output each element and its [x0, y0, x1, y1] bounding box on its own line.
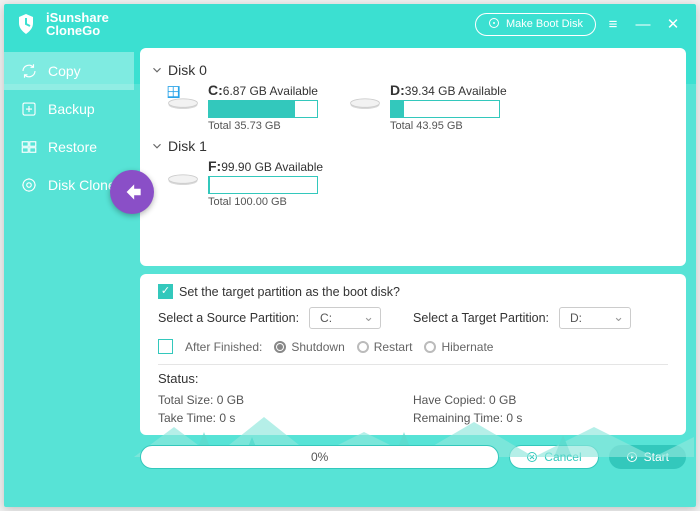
partition-total: Total 100.00 GB	[208, 196, 323, 208]
app-title: iSunshare CloneGo	[46, 11, 109, 37]
status-total-size: Total Size: 0 GB	[158, 393, 413, 407]
restore-icon	[20, 138, 38, 156]
sidebar-item-label: Backup	[48, 101, 95, 117]
cancel-label: Cancel	[544, 450, 581, 464]
sidebar-item-label: Disk Clone	[48, 177, 116, 193]
play-icon	[626, 451, 638, 463]
partition-label: C:6.87 GB Available	[208, 82, 318, 98]
make-boot-label: Make Boot Disk	[506, 18, 583, 30]
highlight-arrow-icon	[110, 170, 154, 214]
radio-icon	[357, 341, 369, 353]
minimize-button[interactable]: —	[630, 11, 656, 37]
partition-label: F:99.90 GB Available	[208, 158, 323, 174]
sidebar-item-backup[interactable]: Backup	[4, 90, 134, 128]
minimize-icon: —	[636, 16, 651, 33]
drive-icon	[166, 86, 200, 110]
hamburger-icon: ≡	[609, 16, 618, 33]
cancel-icon	[526, 451, 538, 463]
after-finished-label: After Finished:	[185, 340, 262, 354]
sidebar-item-copy[interactable]: Copy	[4, 52, 134, 90]
radio-icon	[274, 341, 286, 353]
status-take-time: Take Time: 0 s	[158, 411, 413, 425]
radio-icon	[424, 341, 436, 353]
status-have-copied: Have Copied: 0 GB	[413, 393, 668, 407]
after-option-shutdown[interactable]: Shutdown	[274, 340, 344, 354]
disc-icon	[488, 17, 500, 32]
progress-bar: 0%	[140, 445, 499, 469]
after-finished-checkbox[interactable]	[158, 339, 173, 354]
backup-icon	[20, 100, 38, 118]
titlebar: iSunshare CloneGo Make Boot Disk ≡ — ✕	[4, 4, 696, 44]
sidebar-item-label: Copy	[48, 63, 81, 79]
usage-bar	[208, 100, 318, 118]
partition[interactable]: F:99.90 GB Available Total 100.00 GB	[166, 158, 323, 208]
usage-bar	[390, 100, 500, 118]
boot-target-checkbox[interactable]	[158, 284, 173, 299]
app-logo-icon	[14, 12, 38, 36]
app-window: iSunshare CloneGo Make Boot Disk ≡ — ✕ C…	[4, 4, 696, 507]
sidebar-item-label: Restore	[48, 139, 97, 155]
start-label: Start	[644, 450, 669, 464]
disk-header[interactable]: Disk 0	[150, 62, 672, 78]
status-remaining-time: Remaining Time: 0 s	[413, 411, 668, 425]
progress-value: 0%	[311, 450, 328, 464]
sidebar: Copy Backup Restore Disk Clone	[4, 44, 134, 507]
partition-label: D:39.34 GB Available	[390, 82, 507, 98]
menu-button[interactable]: ≡	[600, 11, 626, 37]
after-option-restart[interactable]: Restart	[357, 340, 413, 354]
after-option-hibernate[interactable]: Hibernate	[424, 340, 493, 354]
status-title: Status:	[158, 371, 668, 386]
settings-panel: Set the target partition as the boot dis…	[140, 274, 686, 435]
source-partition-dropdown[interactable]: C:	[309, 307, 381, 329]
partition[interactable]: D:39.34 GB Available Total 43.95 GB	[348, 82, 507, 132]
make-boot-disk-button[interactable]: Make Boot Disk	[475, 13, 596, 36]
cancel-button[interactable]: Cancel	[509, 445, 598, 469]
status-block: Status: Total Size: 0 GB Have Copied: 0 …	[158, 371, 668, 425]
partition[interactable]: C:6.87 GB Available Total 35.73 GB	[166, 82, 318, 132]
clone-icon	[20, 176, 38, 194]
main-area: Disk 0 C:6.87 GB Available Total 35.73 GB D…	[134, 44, 696, 507]
footer: 0% Cancel Start	[140, 445, 686, 469]
disk-header[interactable]: Disk 1	[150, 138, 672, 154]
target-partition-dropdown[interactable]: D:	[559, 307, 631, 329]
close-button[interactable]: ✕	[660, 11, 686, 37]
boot-target-label: Set the target partition as the boot dis…	[179, 285, 400, 299]
brand-line2: CloneGo	[46, 24, 109, 37]
source-partition-label: Select a Source Partition:	[158, 311, 299, 325]
start-button[interactable]: Start	[609, 445, 686, 469]
chevron-down-icon	[150, 63, 164, 77]
usage-bar	[208, 176, 318, 194]
sidebar-item-restore[interactable]: Restore	[4, 128, 134, 166]
partition-total: Total 43.95 GB	[390, 120, 507, 132]
target-partition-label: Select a Target Partition:	[413, 311, 549, 325]
close-icon: ✕	[667, 15, 680, 33]
partition-total: Total 35.73 GB	[208, 120, 318, 132]
drive-icon	[166, 162, 200, 186]
drive-icon	[348, 86, 382, 110]
refresh-icon	[20, 62, 38, 80]
chevron-down-icon	[150, 139, 164, 153]
disk-list-panel: Disk 0 C:6.87 GB Available Total 35.73 GB D…	[140, 48, 686, 266]
